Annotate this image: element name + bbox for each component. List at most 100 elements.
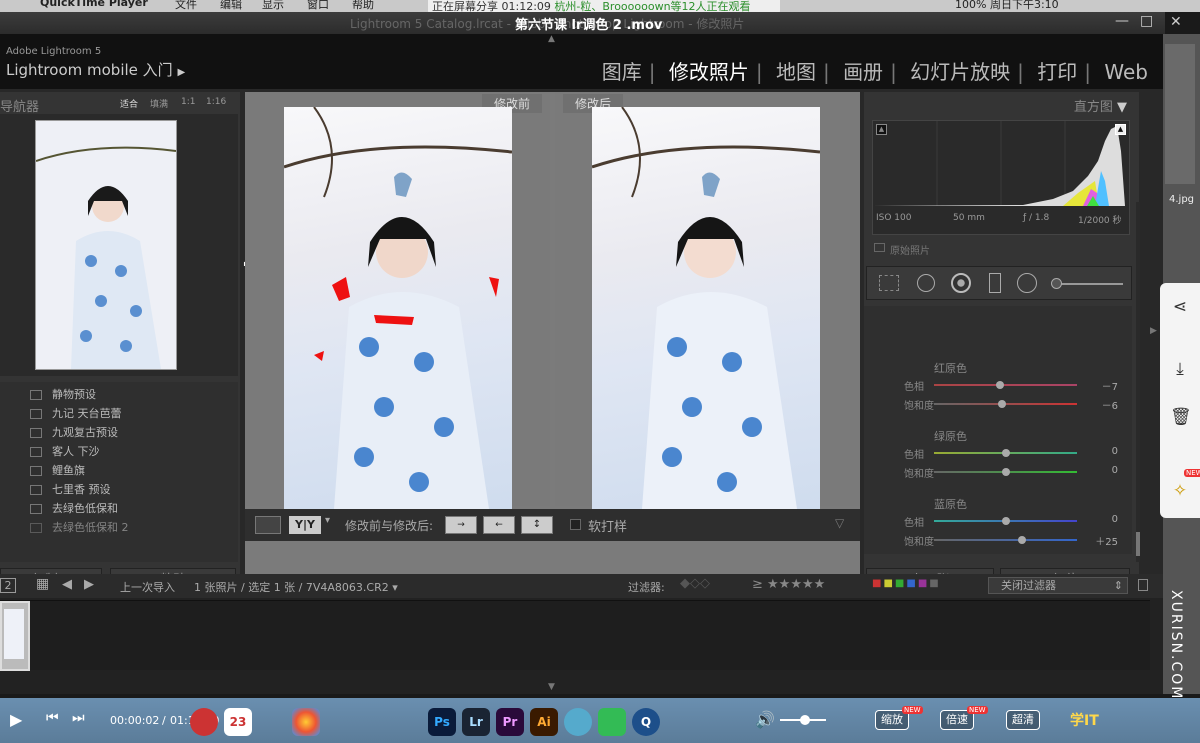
filter-select[interactable]: 关闭过滤器 ⇕ — [988, 577, 1128, 594]
play-icon[interactable]: ▶ — [10, 710, 22, 729]
yy-dropdown-icon[interactable]: ▾ — [325, 515, 330, 526]
app-icon[interactable] — [190, 708, 218, 736]
menu-file[interactable]: 文件 — [175, 0, 197, 12]
lightroom-icon[interactable]: Lr — [462, 708, 490, 736]
before-pane[interactable]: 修改前 — [245, 92, 550, 509]
nav-fill[interactable]: 填满 — [150, 97, 168, 110]
slider-knob[interactable] — [996, 381, 1004, 389]
slider-knob[interactable] — [1002, 517, 1010, 525]
green-sat-slider[interactable] — [934, 468, 1077, 476]
green-sat-value[interactable]: 0 — [1088, 465, 1118, 476]
menu-help[interactable]: 帮助 — [352, 0, 374, 12]
hd-button[interactable]: 超清 — [1006, 710, 1040, 730]
preset-item[interactable]: 静物预设 — [30, 386, 96, 402]
blue-sat-slider[interactable] — [934, 536, 1077, 544]
calendar-icon[interactable]: 23 — [224, 708, 252, 736]
nav-fit[interactable]: 适合 — [120, 97, 138, 110]
download-icon[interactable]: ⤓ — [1170, 359, 1190, 379]
flag-filter-icon[interactable]: ◆◇◇ — [680, 576, 710, 591]
histogram[interactable]: ▲ ▲ ISO 100 50 mm ƒ / 1.8 1/2000 秒 — [872, 120, 1130, 235]
radial-filter-icon[interactable] — [1017, 273, 1037, 293]
trash-icon[interactable]: 🗑 — [1170, 407, 1192, 427]
preset-item[interactable]: 客人 下沙 — [30, 443, 100, 459]
star-filter[interactable]: ≥ ★★★★★ — [752, 577, 825, 592]
preset-item[interactable]: 去绿色低保和 — [30, 500, 118, 516]
filmstrip-info[interactable]: 1 张照片 / 选定 1 张 / 7V4A8063.CR2 ▾ — [194, 579, 398, 595]
blue-sat-value[interactable]: ＋25 — [1088, 533, 1118, 548]
slider-knob[interactable] — [998, 400, 1006, 408]
toolbar-menu-icon[interactable]: ▽ — [835, 516, 844, 530]
crop-tool-icon[interactable] — [879, 275, 899, 291]
swap-settings-icon[interactable]: ↕ — [521, 516, 553, 534]
scrollbar-thumb[interactable] — [1136, 532, 1140, 556]
next-icon[interactable]: ⏭ — [72, 710, 85, 726]
blue-hue-slider[interactable] — [934, 517, 1077, 525]
preset-item[interactable]: 九记 天台芭蕾 — [30, 405, 122, 421]
spot-removal-icon[interactable] — [917, 274, 935, 292]
green-hue-slider[interactable] — [934, 449, 1077, 457]
module-map[interactable]: 地图 — [776, 60, 816, 84]
preset-item[interactable]: 九观复古预设 — [30, 424, 118, 440]
minimize-icon[interactable]: — — [1115, 13, 1129, 29]
desktop-file-icon[interactable] — [1165, 44, 1195, 184]
module-book[interactable]: 画册 — [843, 60, 883, 84]
filter-lock-icon[interactable] — [1138, 579, 1148, 591]
menu-view[interactable]: 显示 — [262, 0, 284, 12]
red-sat-value[interactable]: －6 — [1088, 397, 1118, 412]
red-hue-slider[interactable] — [934, 381, 1077, 389]
close-icon[interactable]: ✕ — [1170, 14, 1182, 30]
after-pane[interactable]: 修改后 — [555, 92, 860, 509]
filmstrip-source[interactable]: 上一次导入 — [120, 579, 175, 595]
photos-icon[interactable] — [292, 708, 320, 736]
maximize-icon[interactable]: □ — [1140, 13, 1153, 29]
slider-knob[interactable] — [1002, 449, 1010, 457]
shadow-clipping-icon[interactable]: ▲ — [876, 124, 887, 135]
menubar-app-name[interactable]: QuickTime Player — [40, 0, 148, 9]
module-develop[interactable]: 修改照片 — [669, 60, 749, 84]
volume-icon[interactable]: 🔊 — [755, 710, 775, 729]
previous-icon[interactable]: ⏮ — [46, 710, 59, 726]
collapse-bottom-icon[interactable]: ▼ — [548, 682, 555, 692]
module-library[interactable]: 图库 — [602, 60, 642, 84]
filmstrip-thumbnail[interactable] — [0, 601, 30, 671]
blue-hue-value[interactable]: 0 — [1088, 514, 1118, 525]
copy-after-to-before-icon[interactable]: ← — [483, 516, 515, 534]
red-hue-value[interactable]: －7 — [1088, 378, 1118, 393]
histogram-title[interactable]: 直方图 ▼ — [1074, 96, 1127, 115]
grid-view-icon[interactable]: ▦ — [36, 576, 49, 592]
module-print[interactable]: 打印 — [1037, 60, 1077, 84]
nav-1to1[interactable]: 1:1 — [181, 97, 195, 107]
color-label-filter[interactable]: ■■■■■■ — [872, 578, 941, 589]
softproof-checkbox[interactable] — [570, 519, 581, 530]
before-after-yy-button[interactable]: Y|Y — [289, 516, 321, 534]
red-eye-icon[interactable] — [951, 273, 971, 293]
adjustment-brush-slider[interactable] — [1055, 283, 1123, 285]
nav-1to16[interactable]: 1:16 — [206, 97, 226, 107]
navigator-title[interactable]: 导航器 — [0, 96, 39, 115]
right-panel-scrollbar[interactable] — [1136, 202, 1140, 562]
slider-knob[interactable] — [1018, 536, 1026, 544]
original-photo-checkbox[interactable] — [874, 243, 885, 252]
navigator-preview[interactable] — [0, 114, 238, 376]
module-slideshow[interactable]: 幻灯片放映 — [910, 60, 1010, 84]
module-web[interactable]: Web — [1104, 60, 1148, 84]
expand-right-icon[interactable]: ▶ — [1150, 326, 1157, 336]
back-arrow-icon[interactable]: ◀ — [62, 577, 72, 592]
graduated-filter-icon[interactable] — [989, 273, 1001, 293]
quicktime-icon[interactable]: Q — [632, 708, 660, 736]
slider-knob[interactable] — [1002, 468, 1010, 476]
menu-edit[interactable]: 编辑 — [220, 0, 242, 12]
preset-item[interactable]: 鲤鱼旗 — [30, 462, 85, 478]
facetime-icon[interactable] — [598, 708, 626, 736]
premiere-icon[interactable]: Pr — [496, 708, 524, 736]
menu-window[interactable]: 窗口 — [307, 0, 329, 12]
green-hue-value[interactable]: 0 — [1088, 446, 1118, 457]
loupe-view-icon[interactable] — [255, 516, 281, 534]
lightroom-mobile-link[interactable]: Lightroom mobile 入门 ▶ — [6, 59, 185, 80]
forward-arrow-icon[interactable]: ▶ — [84, 577, 94, 592]
red-sat-slider[interactable] — [934, 400, 1077, 408]
preset-item[interactable]: 去绿色低保和 2 — [30, 519, 129, 535]
share-icon[interactable]: ⋖ — [1170, 297, 1190, 317]
collapse-top-icon[interactable]: ▲ — [548, 34, 555, 44]
illustrator-icon[interactable]: Ai — [530, 708, 558, 736]
